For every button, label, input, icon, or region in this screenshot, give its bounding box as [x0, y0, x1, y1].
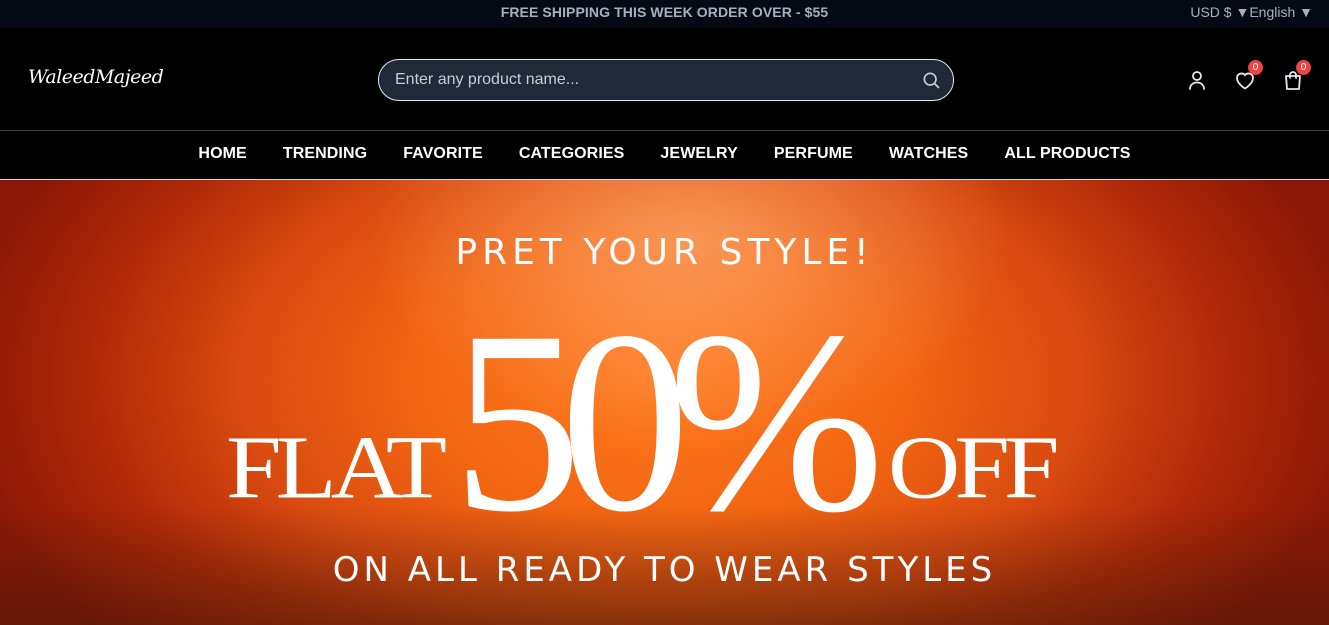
- wishlist-button[interactable]: 0: [1233, 60, 1263, 92]
- main-navigation: HOME TRENDING FAVORITE CATEGORIES JEWELR…: [0, 130, 1329, 180]
- locale-selectors: USD $ ▼ English ▼: [1190, 4, 1313, 20]
- search-bar: [378, 59, 954, 101]
- currency-select[interactable]: USD $ ▼: [1190, 4, 1249, 20]
- nav-item-jewelry[interactable]: JEWELRY: [660, 145, 737, 163]
- nav-item-home[interactable]: HOME: [198, 145, 246, 163]
- hero-flat-text: FLAT: [226, 417, 447, 518]
- search-icon[interactable]: [921, 70, 941, 90]
- announcement-bar: FREE SHIPPING THIS WEEK ORDER OVER - $55…: [0, 0, 1329, 28]
- site-header: WaleedMajeed 0 0: [0, 28, 1329, 130]
- hero-tagline: PRET YOUR STYLE!: [455, 232, 874, 273]
- account-button[interactable]: [1185, 68, 1209, 92]
- hero-banner[interactable]: PRET YOUR STYLE! FLAT 50% OFF ON ALL REA…: [0, 180, 1329, 625]
- nav-item-perfume[interactable]: PERFUME: [774, 145, 853, 163]
- wishlist-count-badge: 0: [1248, 60, 1263, 75]
- shipping-promo-text: FREE SHIPPING THIS WEEK ORDER OVER - $55: [500, 4, 829, 20]
- hero-off-text: OFF: [888, 417, 1059, 518]
- cart-button[interactable]: 0: [1281, 60, 1311, 92]
- nav-item-all-products[interactable]: ALL PRODUCTS: [1004, 145, 1130, 163]
- hero-subline: ON ALL READY TO WEAR STYLES: [332, 550, 997, 590]
- language-select[interactable]: English ▼: [1249, 4, 1313, 20]
- site-logo[interactable]: WaleedMajeed: [28, 66, 164, 88]
- nav-item-favorite[interactable]: FAVORITE: [403, 145, 483, 163]
- nav-item-watches[interactable]: WATCHES: [889, 145, 969, 163]
- user-icon: [1189, 71, 1205, 90]
- search-input[interactable]: [395, 60, 905, 100]
- cart-count-badge: 0: [1296, 60, 1311, 75]
- nav-item-trending[interactable]: TRENDING: [283, 145, 367, 163]
- hero-discount-percent: 50%: [452, 278, 885, 566]
- nav-item-categories[interactable]: CATEGORIES: [519, 145, 625, 163]
